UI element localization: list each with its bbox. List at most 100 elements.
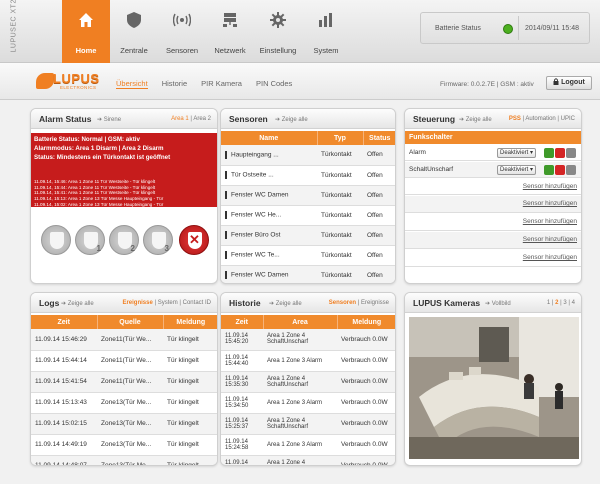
table-row[interactable]: 11.09.14 15:24:58 Area 1 Zone 3 Alarm Verb… xyxy=(221,434,395,456)
history-title: Historie xyxy=(229,298,261,308)
shield-disarm-button[interactable]: ✕ xyxy=(179,225,209,255)
history-tab-ereignisse[interactable]: Ereignisse xyxy=(361,300,389,306)
table-row[interactable]: 11.09.14 14:48:07 Zone13(Tür Me... Tür kli… xyxy=(31,455,217,465)
alarm-mode-shields: 1 2 3 ✕ xyxy=(41,225,217,261)
sensors-title: Sensoren xyxy=(229,114,268,124)
warning-icon xyxy=(225,251,227,259)
control-select[interactable]: Deaktiviert ▾ xyxy=(497,165,537,175)
alarm-event-log: 11.09.14, 15:46: Area 1 Zone 11 Tür West… xyxy=(34,179,163,208)
table-header: Zeit Quelle Meldung xyxy=(31,315,217,329)
table-row[interactable]: 11.09.14 15:13:43 Zone13(Tür Me... Tür kli… xyxy=(31,392,217,414)
control-select[interactable]: Deaktiviert ▾ xyxy=(497,148,537,158)
alarm-area2-tab[interactable]: Area 2 xyxy=(193,116,211,122)
sub-nav: Übersicht Historie PIR Kamera PIN Codes xyxy=(116,79,306,89)
table-row[interactable]: 11.09.14 15:34:50 Area 1 Zone 3 Alarm Verb… xyxy=(221,392,395,414)
control-tab-pss[interactable]: PSS xyxy=(509,116,521,122)
power-off-button[interactable] xyxy=(555,148,565,158)
battery-status-indicator xyxy=(503,24,513,34)
table-row[interactable]: 11.09.14 15:44:14 Zone11(Tür We... Tür kli… xyxy=(31,350,217,372)
table-row[interactable]: 11.09.14 15:02:15 Zone13(Tür Me... Tür kli… xyxy=(31,413,217,435)
sensors-panel: Sensoren ➔ Zeige alle Name Typ Status Ha… xyxy=(220,108,396,284)
control-panel: Steuerung ➔ Zeige alle PSS | Automation … xyxy=(404,108,582,284)
control-tab-automation[interactable]: Automation xyxy=(525,116,555,122)
alarm-sirene-link[interactable]: ➔ Sirene xyxy=(97,116,121,123)
table-row[interactable]: 11.09.14 15:45:20 Area 1 Zone 4 SchaftUns… xyxy=(221,329,395,351)
alarm-area1-tab[interactable]: Area 1 xyxy=(171,116,189,122)
table-row[interactable]: Tür Ostseite ... Türkontakt Offen xyxy=(221,165,395,186)
cameras-title: LUPUS Kameras xyxy=(413,298,481,308)
table-row[interactable]: Fenster Büro Ost Türkontakt Offen xyxy=(221,225,395,246)
add-sensor-link[interactable]: Sensor hinzufügen xyxy=(523,236,577,243)
history-table: Zeit Area Meldung 11.09.14 15:45:20 Area … xyxy=(221,315,395,465)
camera-page-4[interactable]: 4 xyxy=(572,300,575,306)
switch-on-button[interactable] xyxy=(544,148,554,158)
table-row[interactable]: 11.09.14 15:41:54 Zone11(Tür We... Tür kli… xyxy=(31,371,217,393)
settings-button[interactable] xyxy=(566,148,576,158)
add-sensor-link[interactable]: Sensor hinzufügen xyxy=(523,254,577,261)
shield-home-button[interactable]: 1 xyxy=(75,225,105,255)
logs-tab-ereignisse[interactable]: Ereignisse xyxy=(122,300,152,306)
logs-title: Logs xyxy=(39,298,60,308)
alarm-status-title: Alarm Status xyxy=(39,114,92,124)
table-header: Zeit Area Meldung xyxy=(221,315,395,329)
logs-table: Zeit Quelle Meldung 11.09.14 15:46:29 Zon… xyxy=(31,315,217,465)
control-add-row: Sensor hinzufügen xyxy=(405,196,581,213)
warning-icon xyxy=(225,271,227,279)
subnav-pir-kamera[interactable]: PIR Kamera xyxy=(201,79,242,89)
brand-vertical: LUPUSEC XT2 xyxy=(5,0,23,56)
logout-label: Logout xyxy=(561,79,585,86)
shield-home2-button[interactable]: 2 xyxy=(109,225,139,255)
logs-tab-system[interactable]: System xyxy=(158,300,178,306)
firmware-info: Firmware: 0.0.2.7E | GSM : aktiv xyxy=(440,81,534,88)
check-icon xyxy=(50,232,64,249)
subnav-pin-codes[interactable]: PIN Codes xyxy=(256,79,292,89)
switch-on-button[interactable] xyxy=(544,165,554,175)
logout-button[interactable]: Logout xyxy=(546,76,592,90)
nav-system[interactable]: System xyxy=(302,0,350,63)
subnav-uebersicht[interactable]: Übersicht xyxy=(116,79,148,89)
table-row[interactable]: Haupteingang ... Türkontakt Offen xyxy=(221,145,395,166)
power-off-button[interactable] xyxy=(555,165,565,175)
alarm-line-battery: Batterie Status: Normal | GSM: aktiv xyxy=(34,136,140,143)
history-show-all-link[interactable]: ➔ Zeige alle xyxy=(269,300,302,307)
add-sensor-link[interactable]: Sensor hinzufügen xyxy=(523,218,577,225)
system-icon xyxy=(319,13,332,27)
table-row[interactable]: Fenster WC He... Türkontakt Offen xyxy=(221,205,395,226)
cameras-fullscreen-link[interactable]: ➔ Vollbild xyxy=(485,300,511,307)
shield-home3-button[interactable]: 3 xyxy=(143,225,173,255)
lupus-logo[interactable]: LUPUS ELECTRONICS xyxy=(36,71,99,93)
table-row[interactable]: 11.09.14 15:15:44Area 1 Zone 4 SchaftUns… xyxy=(221,455,395,465)
table-row[interactable]: 11.09.14 15:44:40 Area 1 Zone 3 Alarm Verb… xyxy=(221,350,395,372)
camera-page-1[interactable]: 1 xyxy=(547,300,550,306)
shield-check-button[interactable] xyxy=(41,225,71,255)
control-add-row: Sensor hinzufügen xyxy=(405,214,581,231)
table-row[interactable]: 11.09.14 14:49:19 Zone13(Tür Me... Tür kli… xyxy=(31,434,217,456)
add-sensor-link[interactable]: Sensor hinzufügen xyxy=(523,200,577,207)
alarm-status-box: Batterie Status: Normal | GSM: aktiv Ala… xyxy=(31,133,217,208)
logs-tab-contact-id[interactable]: Contact ID xyxy=(183,300,211,306)
control-tab-upic[interactable]: UPIC xyxy=(561,116,575,122)
table-row[interactable]: 11.09.14 15:46:29 Zone11(Tür We... Tür kli… xyxy=(31,329,217,351)
history-tab-sensoren[interactable]: Sensoren xyxy=(329,300,356,306)
add-sensor-link[interactable]: Sensor hinzufügen xyxy=(523,183,577,190)
camera-page-3[interactable]: 3 xyxy=(563,300,566,306)
alarm-log-line: 11.09.14, 15:46: Area 1 Zone 11 Tür West… xyxy=(34,179,156,184)
table-row[interactable]: 11.09.14 15:25:37 Area 1 Zone 4 SchaftUns… xyxy=(221,413,395,435)
table-row[interactable]: 11.09.14 15:35:30 Area 1 Zone 4 SchaftUns… xyxy=(221,371,395,393)
subnav-historie[interactable]: Historie xyxy=(162,79,187,89)
control-show-all-link[interactable]: ➔ Zeige alle xyxy=(459,116,492,123)
battery-status-box: Batterie Status 2014/09/11 15:48 xyxy=(420,12,590,44)
table-row[interactable]: Fenster WC Te... Türkontakt Offen xyxy=(221,245,395,266)
camera-feed-image[interactable] xyxy=(409,317,579,459)
sensors-show-all-link[interactable]: ➔ Zeige alle xyxy=(275,116,308,123)
shield-icon xyxy=(127,12,141,28)
table-row[interactable]: Fenster WC Damen Türkontakt Offen xyxy=(221,265,395,283)
logo-mark-icon xyxy=(36,73,54,89)
control-add-row: Sensor hinzufügen xyxy=(405,232,581,249)
logs-show-all-link[interactable]: ➔ Zeige alle xyxy=(61,300,94,307)
table-row[interactable]: Fenster WC Damen Türkontakt Offen xyxy=(221,185,395,206)
camera-page-2[interactable]: 2 xyxy=(555,300,558,306)
home-icon xyxy=(79,13,93,27)
settings-button[interactable] xyxy=(566,165,576,175)
close-icon: ✕ xyxy=(189,232,200,247)
